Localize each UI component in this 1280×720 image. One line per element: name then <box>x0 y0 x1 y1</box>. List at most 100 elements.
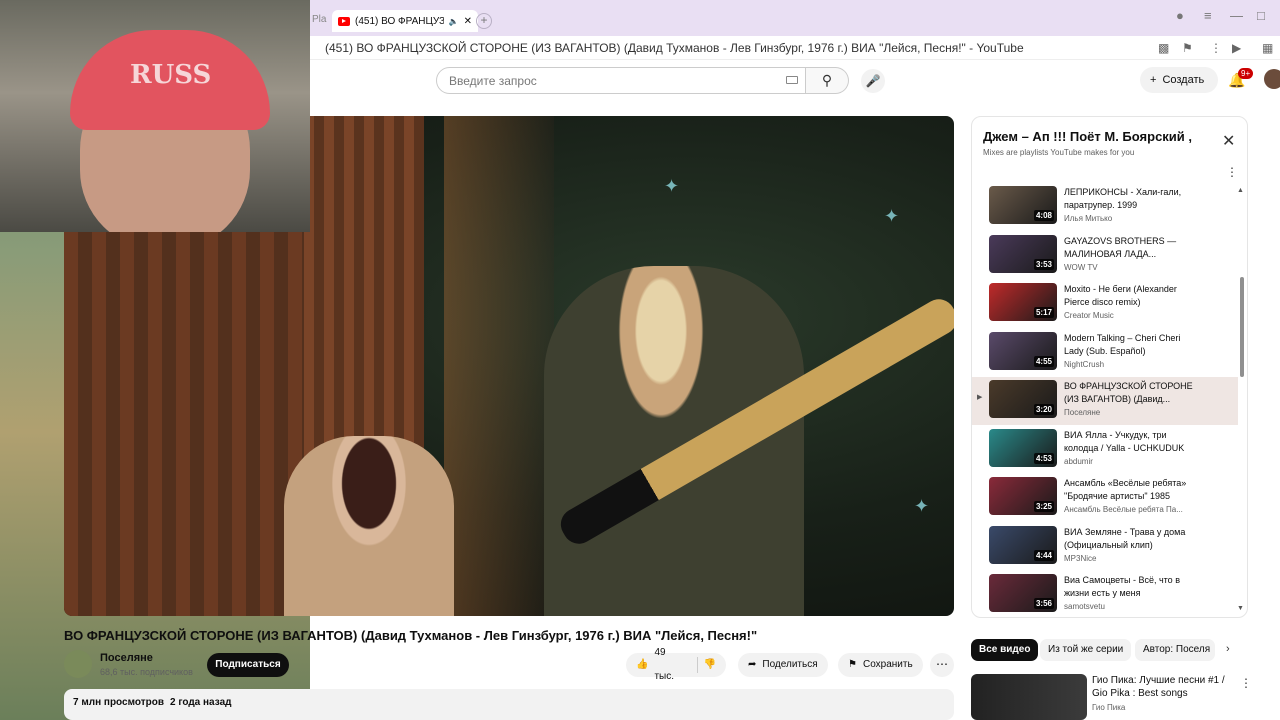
chevron-right-icon[interactable]: › <box>1226 643 1230 655</box>
cap-text: RUSS <box>130 60 212 90</box>
chip-author[interactable]: Автор: Поселя <box>1135 639 1215 661</box>
channel-name[interactable]: Поселяне <box>100 652 153 664</box>
create-button[interactable]: + Создать <box>1140 67 1218 93</box>
chip-all[interactable]: Все видео <box>971 639 1039 661</box>
save-button[interactable]: ⚑ Сохранить <box>838 653 923 677</box>
webcam-overlay: RUSS <box>0 0 310 232</box>
webcam-cap: RUSS <box>70 30 270 130</box>
address-bar[interactable]: (451) ВО ФРАНЦУЗСКОЙ СТОРОНЕ (ИЗ ВАГАНТО… <box>310 36 1280 60</box>
playlist-thumbnail[interactable]: 4:44 <box>989 525 1057 564</box>
mic-icon[interactable]: 🎤 <box>861 69 885 93</box>
female-singer <box>284 436 454 616</box>
scrollbar-thumb[interactable] <box>1240 277 1244 377</box>
channel-avatar[interactable] <box>64 650 92 678</box>
upload-age: 2 года назад <box>169 697 232 708</box>
duration-badge: 4:53 <box>1033 452 1054 464</box>
bookmark-icon[interactable]: ⚑ <box>1182 41 1193 55</box>
browser-tab-bar: Pla (451) ВО ФРАНЦУЗС 🔈 ✕ + ● ≡ — □ <box>310 0 1280 40</box>
playlist-item[interactable]: 3:56 Виа Самоцветы - Всё, что в жизни ест… <box>972 571 1238 617</box>
tab-youtube[interactable]: (451) ВО ФРАНЦУЗС 🔈 ✕ <box>332 10 478 32</box>
playlist-subtitle: Mixes are playlists YouTube makes for yo… <box>983 148 1135 157</box>
maximize-icon[interactable]: □ <box>1257 8 1265 23</box>
playlist-item[interactable]: 4:55 Modern Talking – Cheri Cheri Lady (S… <box>972 329 1238 377</box>
more-vert-icon[interactable]: ⋮ <box>1240 676 1252 690</box>
like-count: 49 тыс. <box>654 647 674 682</box>
playlist-item-author: MP3Nice <box>1064 553 1097 563</box>
close-icon[interactable]: ✕ <box>1222 131 1235 151</box>
playlist-item[interactable]: 5:17 Moxito - Не беги (Alexander Pierce d… <box>972 280 1238 328</box>
playlist-item[interactable]: 3:25 Ансамбль «Весёлые ребята» "Бродячие … <box>972 474 1238 522</box>
now-playing-icon: ▶ <box>977 394 983 401</box>
screen: Pla (451) ВО ФРАНЦУЗС 🔈 ✕ + ● ≡ — □ (451… <box>0 0 1280 720</box>
playlist-item[interactable]: ▶ 3:20 ВО ФРАНЦУЗСКОЙ СТОРОНЕ (ИЗ ВАГАНТОВ… <box>972 377 1238 425</box>
new-tab-button[interactable]: + <box>476 13 492 29</box>
playlist-item-author: WOW TV <box>1064 262 1098 272</box>
player-icon[interactable]: ▶ <box>1232 41 1241 55</box>
playlist-item-author: Илья Митько <box>1064 214 1113 223</box>
view-count: 7 млн просмотров <box>73 697 164 708</box>
chip-same-series[interactable]: Из той же серии <box>1040 639 1132 661</box>
profile-icon[interactable]: ● <box>1176 8 1184 23</box>
recommendation-thumbnail[interactable] <box>971 674 1087 720</box>
like-button[interactable]: 👍 49 тыс. 👎 <box>626 647 726 682</box>
description-box[interactable]: 7 млн просмотров 2 года назад <box>64 689 954 720</box>
search-button[interactable]: ⚲ <box>806 67 849 94</box>
recommendation-title[interactable]: Гио Пика: Лучшие песни #1 / Gio Pika : B… <box>1092 674 1232 700</box>
more-vert-icon[interactable]: ⋮ <box>1210 41 1222 55</box>
playlist-panel: Джем – Ап !!! Поёт М. Боярский , Mixes a… <box>971 116 1248 618</box>
playlist-item-title: GAYAZOVS BROTHERS — МАЛИНОВАЯ ЛАДА... <box>1064 235 1177 259</box>
duration-badge: 4:08 <box>1033 210 1054 221</box>
playlist-thumbnail[interactable]: 4:55 <box>989 331 1057 370</box>
thumbs-up-icon: 👍 <box>636 659 649 670</box>
duration-badge: 4:44 <box>1033 549 1054 561</box>
playlist-item[interactable]: 4:44 ВИА Земляне - Трава у дома (Официаль… <box>972 523 1238 571</box>
playlist-thumbnail[interactable]: 5:17 <box>989 283 1057 321</box>
male-singer <box>544 266 804 616</box>
recommendation-author[interactable]: Гио Пика <box>1092 703 1125 712</box>
playlist-item-author: Creator Music <box>1064 311 1114 320</box>
playlist-thumbnail[interactable]: 3:25 <box>989 477 1057 515</box>
reader-icon[interactable]: ▦ <box>1262 41 1273 55</box>
playlist-item-author: abdumir <box>1064 456 1093 466</box>
audio-icon: 🔈 <box>448 16 459 26</box>
search-input[interactable]: Введите запрос <box>436 67 806 94</box>
more-actions-icon[interactable]: ⋯ <box>930 653 954 677</box>
playlist-item-title: ВО ФРАНЦУЗСКОЙ СТОРОНЕ (ИЗ ВАГАНТОВ) (Да… <box>1064 381 1193 404</box>
save-label: Сохранить <box>862 659 913 670</box>
playlist-item[interactable]: 4:53 ВИА Ялла - Учкудук, три колодца / Ya… <box>972 426 1238 474</box>
thumbs-down-icon[interactable]: 👎 <box>704 653 716 677</box>
more-vert-icon[interactable]: ⋮ <box>1226 165 1238 179</box>
user-avatar[interactable] <box>1264 69 1280 89</box>
playlist-thumbnail[interactable]: 4:53 <box>989 428 1057 467</box>
scroll-up-icon[interactable]: ▲ <box>1237 187 1244 194</box>
playlist-item-author: Поселяне <box>1064 408 1101 417</box>
stage-light <box>444 116 554 616</box>
minimize-icon[interactable]: — <box>1230 8 1243 23</box>
playlist-item[interactable]: 3:53 GAYAZOVS BROTHERS — МАЛИНОВАЯ ЛАДА..… <box>972 232 1238 280</box>
playlist-thumbnail[interactable]: 3:20 <box>989 380 1057 418</box>
sparkle: ✦ <box>664 176 680 196</box>
youtube-icon <box>338 16 350 26</box>
playlist-item-title: Ансамбль «Весёлые ребята» "Бродячие арти… <box>1064 478 1187 501</box>
duration-badge: 3:20 <box>1033 404 1054 415</box>
playlist-thumbnail[interactable]: 4:08 <box>989 186 1057 224</box>
chat-icon[interactable]: ▩ <box>1158 41 1169 55</box>
menu-icon[interactable]: ≡ <box>1204 8 1212 23</box>
playlist-item[interactable]: 4:08 ЛЕПРИКОНСЫ - Хали-гали, паратрупер. … <box>972 183 1238 231</box>
partial-tab-label[interactable]: Pla <box>312 14 326 25</box>
playlist-item-author: Ансамбль Весёлые ребята Па... <box>1064 505 1183 514</box>
video-title: ВО ФРАНЦУЗСКОЙ СТОРОНЕ (ИЗ ВАГАНТОВ) (Да… <box>64 628 758 643</box>
playlist-thumbnail[interactable]: 3:53 <box>989 234 1057 273</box>
playlist-item-author: samotsvetu <box>1064 602 1105 611</box>
duration-badge: 5:17 <box>1033 307 1054 318</box>
tab-close-icon[interactable]: ✕ <box>464 16 472 27</box>
playlist-item-title: ЛЕПРИКОНСЫ - Хали-гали, паратрупер. 1999 <box>1064 187 1182 210</box>
share-button[interactable]: ➦ Поделиться <box>738 653 828 677</box>
keyboard-icon[interactable] <box>786 76 798 84</box>
scroll-down-icon[interactable]: ▼ <box>1237 605 1244 612</box>
share-icon: ➦ <box>748 659 757 670</box>
divider <box>696 657 698 673</box>
subscribe-button[interactable]: Подписаться <box>207 653 289 677</box>
playlist-thumbnail[interactable]: 3:56 <box>989 574 1057 612</box>
playlist-title[interactable]: Джем – Ап !!! Поёт М. Боярский , <box>983 129 1192 144</box>
